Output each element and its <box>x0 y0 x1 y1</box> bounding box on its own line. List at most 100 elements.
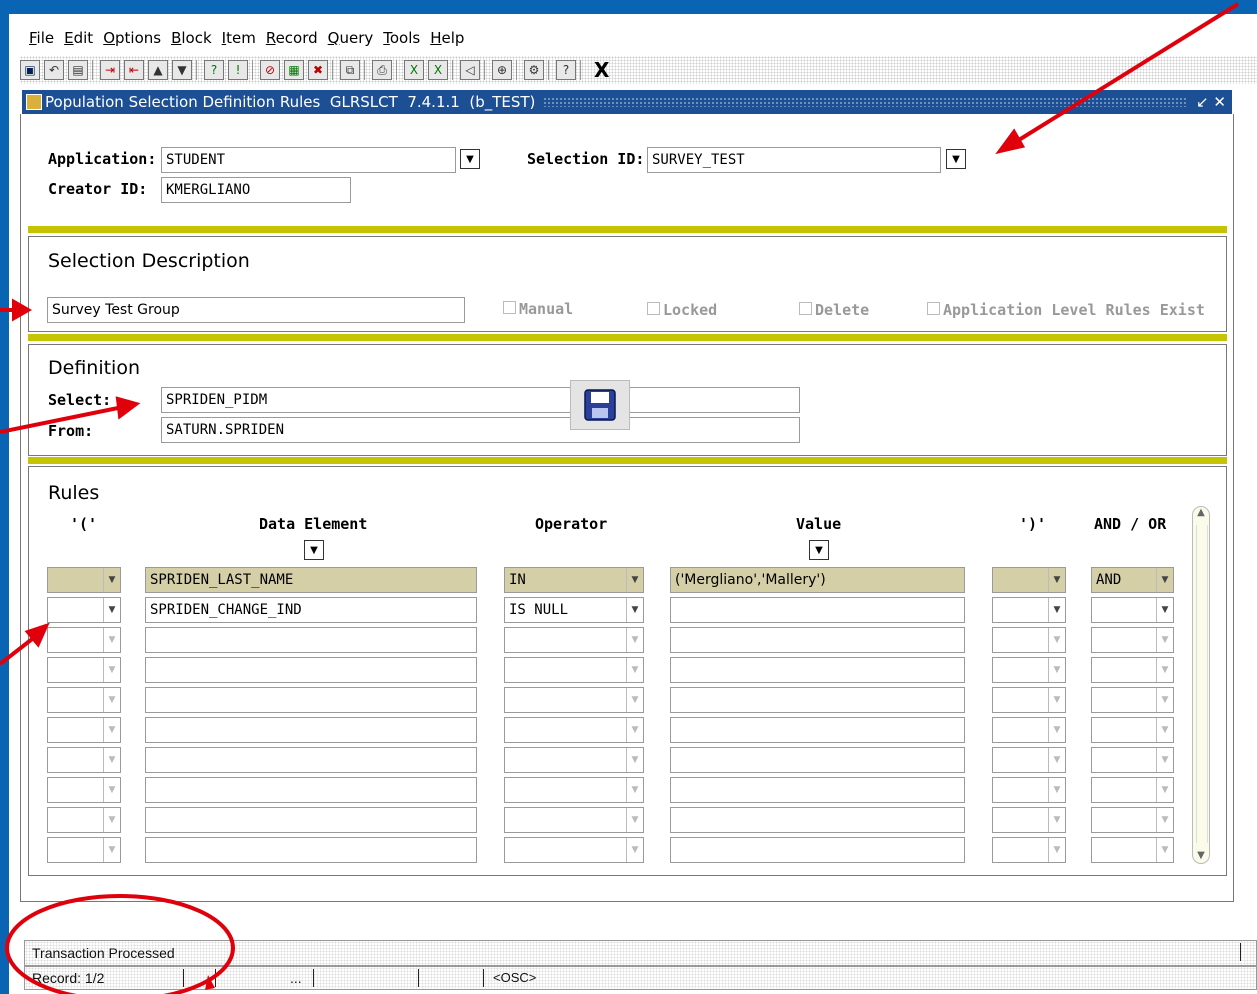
selection-id-field[interactable]: SURVEY_TEST <box>647 147 941 173</box>
print-icon[interactable]: ⎙ <box>372 60 392 80</box>
enter-query-icon[interactable]: ? <box>204 60 224 80</box>
menu-file[interactable]: File <box>24 26 59 50</box>
chevron-down-icon[interactable]: ▼ <box>103 688 120 712</box>
chevron-down-icon[interactable]: ▼ <box>1048 688 1065 712</box>
chevron-down-icon[interactable]: ▼ <box>1048 808 1065 832</box>
chevron-down-icon[interactable]: ▼ <box>103 718 120 742</box>
count-query-icon[interactable]: ▦ <box>284 60 304 80</box>
chevron-down-icon[interactable]: ▼ <box>103 658 120 682</box>
insert-record-icon[interactable]: ⇥ <box>100 60 120 80</box>
app-level-rules-checkbox[interactable]: Application Level Rules Exist <box>927 301 1205 319</box>
execute-query-icon[interactable]: ! <box>228 60 248 80</box>
chevron-down-icon[interactable]: ▼ <box>626 778 643 802</box>
and-or-cell[interactable]: ▼ <box>1091 747 1174 773</box>
close-paren-cell[interactable]: ▼ <box>992 657 1066 683</box>
chevron-down-icon[interactable]: ▼ <box>626 718 643 742</box>
chevron-down-icon[interactable]: ▼ <box>103 628 120 652</box>
scroll-up-icon[interactable]: ▲ <box>1193 507 1209 518</box>
remove-record-icon[interactable]: ⇤ <box>124 60 144 80</box>
rollback-icon[interactable]: ↶ <box>44 60 64 80</box>
print-page-icon[interactable]: ▤ <box>68 60 88 80</box>
close-paren-cell[interactable]: ▼ <box>992 687 1066 713</box>
next-block-icon[interactable]: ▼ <box>172 60 192 80</box>
select-field[interactable]: SPRIDEN_PIDM <box>161 387 800 413</box>
menu-item[interactable]: Item <box>217 26 261 50</box>
value-cell[interactable] <box>670 777 965 803</box>
chevron-down-icon[interactable]: ▼ <box>103 808 120 832</box>
value-cell[interactable] <box>670 807 965 833</box>
chevron-down-icon[interactable]: ▼ <box>1048 658 1065 682</box>
chevron-down-icon[interactable]: ▼ <box>1156 628 1173 652</box>
selection-id-dropdown-icon[interactable]: ▼ <box>946 149 966 169</box>
data-element-cell[interactable] <box>145 777 477 803</box>
operator-cell[interactable]: ▼ <box>504 807 644 833</box>
locked-checkbox[interactable]: Locked <box>647 301 717 319</box>
previous-block-icon[interactable]: ▲ <box>148 60 168 80</box>
value-cell[interactable] <box>670 657 965 683</box>
save-query-button[interactable] <box>570 380 630 430</box>
scroll-down-icon[interactable]: ▼ <box>1193 850 1209 861</box>
chevron-down-icon[interactable]: ▼ <box>626 658 643 682</box>
save-icon[interactable]: ▣ <box>20 60 40 80</box>
chevron-down-icon[interactable]: ▼ <box>1156 748 1173 772</box>
close-paren-cell[interactable]: ▼ <box>992 567 1066 593</box>
chevron-down-icon[interactable]: ▼ <box>626 688 643 712</box>
menu-tools[interactable]: Tools <box>378 26 425 50</box>
data-element-cell[interactable] <box>145 657 477 683</box>
options-icon[interactable]: ⚙ <box>524 60 544 80</box>
value-cell[interactable] <box>670 597 965 623</box>
and-or-cell[interactable]: ▼ <box>1091 687 1174 713</box>
and-or-cell[interactable]: ▼ <box>1091 807 1174 833</box>
operator-cell[interactable]: IN ▼ <box>504 567 644 593</box>
chevron-down-icon[interactable]: ▼ <box>103 748 120 772</box>
scroll-track[interactable] <box>1196 525 1208 843</box>
and-or-cell[interactable]: ▼ <box>1091 717 1174 743</box>
open-paren-cell[interactable]: ▼ <box>47 777 121 803</box>
open-paren-cell[interactable]: ▼ <box>47 627 121 653</box>
open-paren-cell[interactable]: ▼ <box>47 597 121 623</box>
chevron-down-icon[interactable]: ▼ <box>626 808 643 832</box>
operator-cell[interactable]: ▼ <box>504 747 644 773</box>
open-paren-cell[interactable]: ▼ <box>47 807 121 833</box>
menu-edit[interactable]: Edit <box>59 26 98 50</box>
creator-id-field[interactable]: KMERGLIANO <box>161 177 351 203</box>
close-paren-cell[interactable]: ▼ <box>992 747 1066 773</box>
chevron-down-icon[interactable]: ▼ <box>1048 718 1065 742</box>
value-cell[interactable]: ('Mergliano','Mallery') <box>670 567 965 593</box>
close-paren-cell[interactable]: ▼ <box>992 807 1066 833</box>
from-field[interactable]: SATURN.SPRIDEN <box>161 417 800 443</box>
export-excel-icon[interactable]: X <box>404 60 424 80</box>
open-paren-cell[interactable]: ▼ <box>47 687 121 713</box>
and-or-cell[interactable]: ▼ <box>1091 597 1174 623</box>
open-paren-cell[interactable]: ▼ <box>47 717 121 743</box>
chevron-down-icon[interactable]: ▼ <box>626 598 643 622</box>
chevron-down-icon[interactable]: ▼ <box>103 598 120 622</box>
rules-scrollbar[interactable]: ▲ ▼ <box>1192 506 1210 864</box>
chevron-down-icon[interactable]: ▼ <box>1156 838 1173 862</box>
menu-block[interactable]: Block <box>166 26 217 50</box>
data-element-cell[interactable] <box>145 687 477 713</box>
chevron-down-icon[interactable]: ▼ <box>1048 748 1065 772</box>
value-cell[interactable] <box>670 717 965 743</box>
data-element-dropdown-icon[interactable]: ▼ <box>304 540 324 560</box>
close-paren-cell[interactable]: ▼ <box>992 597 1066 623</box>
chevron-down-icon[interactable]: ▼ <box>1048 628 1065 652</box>
open-paren-cell[interactable]: ▼ <box>47 837 121 863</box>
data-element-cell[interactable] <box>145 807 477 833</box>
data-element-cell[interactable] <box>145 717 477 743</box>
exit-button[interactable]: X <box>594 58 609 82</box>
menu-query[interactable]: Query <box>323 26 379 50</box>
cancel-query-icon[interactable]: ⊘ <box>260 60 280 80</box>
data-element-cell[interactable]: SPRIDEN_CHANGE_IND <box>145 597 477 623</box>
clear-query-icon[interactable]: ✖ <box>308 60 328 80</box>
close-paren-cell[interactable]: ▼ <box>992 777 1066 803</box>
copy-icon[interactable]: ⧉ <box>340 60 360 80</box>
chevron-down-icon[interactable]: ▼ <box>1048 598 1065 622</box>
menu-record[interactable]: Record <box>261 26 323 50</box>
data-element-cell[interactable] <box>145 627 477 653</box>
and-or-cell[interactable]: ▼ <box>1091 837 1174 863</box>
chevron-down-icon[interactable]: ▼ <box>626 748 643 772</box>
manual-checkbox[interactable]: Manual <box>503 300 573 318</box>
open-paren-cell[interactable]: ▼ <box>47 567 121 593</box>
close-paren-cell[interactable]: ▼ <box>992 627 1066 653</box>
